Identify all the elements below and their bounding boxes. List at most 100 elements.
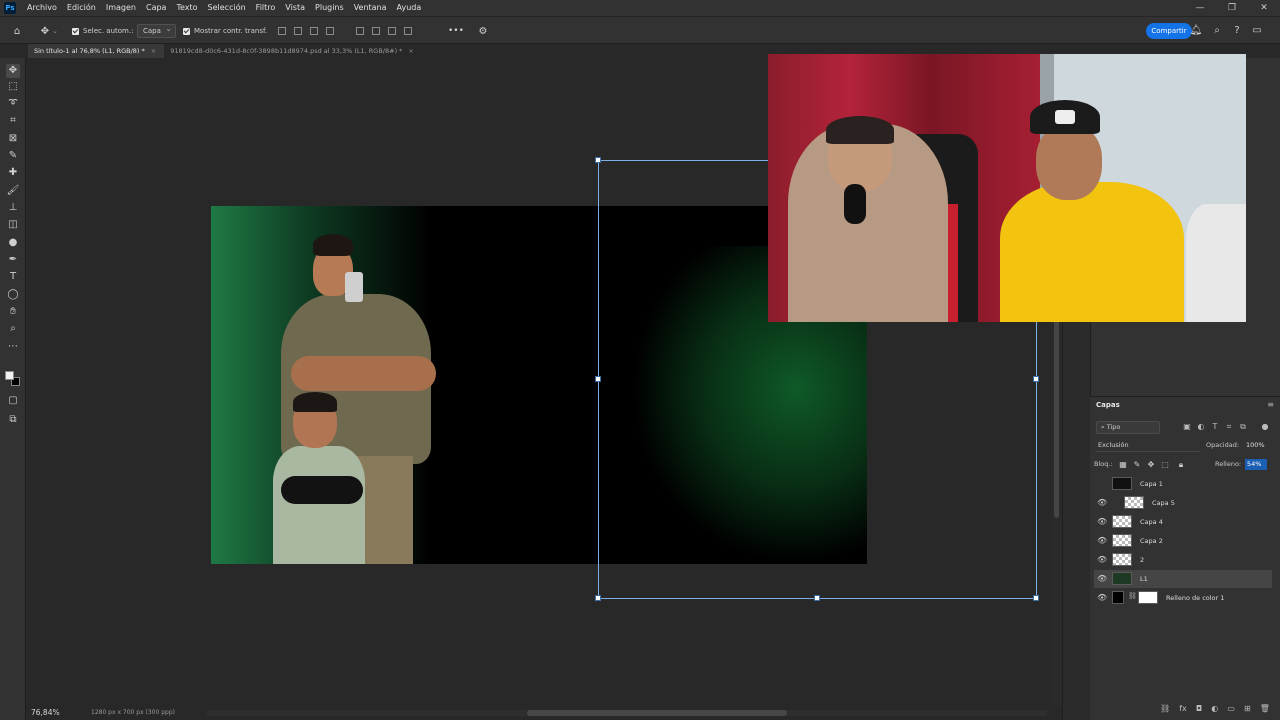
- align-center-icon[interactable]: [294, 27, 302, 35]
- filter-shape-icon[interactable]: ⌗: [1224, 422, 1234, 432]
- menu-texto[interactable]: Texto: [171, 0, 202, 16]
- type-tool-icon[interactable]: T: [6, 270, 20, 284]
- tab-document-2[interactable]: 91819cd8-d0c6-431d-8c0f-3898b11d8974.psd…: [164, 44, 422, 58]
- eye-icon[interactable]: 👁︎: [1097, 592, 1107, 604]
- filter-smart-object-icon[interactable]: ⧉: [1238, 422, 1248, 432]
- more-options-button[interactable]: •••: [448, 23, 464, 39]
- show-transform-checkbox[interactable]: Mostrar contr. transf.: [183, 23, 267, 39]
- align-right-icon[interactable]: [310, 27, 318, 35]
- workspace-icon[interactable]: ▭: [1250, 24, 1264, 38]
- auto-select-target-dropdown[interactable]: Capa: [137, 23, 176, 39]
- opacity-input[interactable]: 100%: [1246, 439, 1265, 452]
- lock-artboard-icon[interactable]: ⬚: [1160, 459, 1170, 470]
- new-group-icon[interactable]: ▭: [1227, 704, 1235, 718]
- layers-panel-title[interactable]: Capas: [1096, 401, 1120, 409]
- layer-row[interactable]: 👁︎ Capa 2: [1094, 532, 1272, 550]
- menu-vista[interactable]: Vista: [280, 0, 310, 16]
- blend-mode-dropdown[interactable]: Exclusión: [1096, 439, 1200, 452]
- menu-ayuda[interactable]: Ayuda: [392, 0, 427, 16]
- help-icon[interactable]: ?: [1230, 24, 1244, 38]
- lock-image-icon[interactable]: ✎: [1132, 459, 1142, 470]
- settings-icon[interactable]: ⚙: [476, 23, 490, 39]
- align-middle-icon[interactable]: [372, 27, 380, 35]
- menu-ventana[interactable]: Ventana: [349, 0, 392, 16]
- close-tab-icon[interactable]: ×: [408, 44, 413, 58]
- layer-filter-dropdown[interactable]: ⌕ Tipo: [1096, 421, 1160, 434]
- adjustment-layer-icon[interactable]: ◐: [1211, 704, 1218, 718]
- panel-menu-icon[interactable]: ≡: [1267, 400, 1274, 409]
- brush-tool-icon[interactable]: 🖌︎: [6, 184, 20, 198]
- distribute-vertical-icon[interactable]: [404, 27, 412, 35]
- minimize-button[interactable]: —: [1184, 0, 1216, 16]
- lock-transparency-icon[interactable]: ▦: [1118, 459, 1128, 470]
- document-info[interactable]: 1280 px x 700 px (300 ppp): [91, 709, 175, 716]
- transform-handle-left[interactable]: [595, 376, 601, 382]
- home-icon[interactable]: ⌂: [10, 23, 24, 39]
- zoom-tool-icon[interactable]: ⌕: [6, 322, 20, 336]
- menu-edicion[interactable]: Edición: [62, 0, 101, 16]
- horizontal-scrollbar[interactable]: [207, 710, 1047, 716]
- lasso-tool-icon[interactable]: ➰︎: [6, 97, 20, 111]
- foreground-color-swatch[interactable]: [5, 371, 14, 380]
- eye-icon[interactable]: 👁︎: [1097, 516, 1107, 528]
- add-mask-icon[interactable]: ◘: [1196, 704, 1202, 718]
- delete-layer-icon[interactable]: 🗑︎: [1260, 704, 1270, 718]
- eye-icon[interactable]: 👁︎: [1097, 554, 1107, 566]
- auto-select-checkbox[interactable]: Selec. autom.:: [72, 23, 133, 39]
- crop-tool-icon[interactable]: ⌗: [6, 114, 20, 128]
- fill-input[interactable]: 54%: [1245, 459, 1267, 470]
- menu-capa[interactable]: Capa: [141, 0, 171, 16]
- eye-icon[interactable]: 👁︎: [1097, 573, 1107, 585]
- pen-tool-icon[interactable]: ✒︎: [6, 253, 20, 267]
- filter-type-icon[interactable]: T: [1210, 422, 1220, 432]
- quick-mask-icon[interactable]: ▢: [6, 394, 20, 408]
- filter-pixel-icon[interactable]: ▣: [1182, 422, 1192, 432]
- eyedropper-tool-icon[interactable]: ✎: [6, 149, 20, 163]
- menu-filtro[interactable]: Filtro: [251, 0, 281, 16]
- zoom-level[interactable]: 76,84%: [31, 708, 60, 717]
- transform-handle-bottom-left[interactable]: [595, 595, 601, 601]
- new-layer-icon[interactable]: ⊞: [1244, 704, 1251, 718]
- healing-brush-icon[interactable]: ✚: [6, 166, 20, 180]
- close-window-button[interactable]: ✕: [1248, 0, 1280, 16]
- layer-row[interactable]: 👁︎ Capa 5: [1094, 494, 1272, 512]
- align-top-icon[interactable]: [356, 27, 364, 35]
- clone-stamp-icon[interactable]: ⊥: [6, 201, 20, 215]
- marquee-tool-icon[interactable]: ⬚: [6, 80, 20, 94]
- notifications-icon[interactable]: 🔔︎: [1189, 24, 1203, 38]
- share-button[interactable]: Compartir: [1146, 23, 1192, 39]
- lock-position-icon[interactable]: ✥: [1146, 459, 1156, 470]
- close-tab-icon[interactable]: ×: [151, 44, 156, 58]
- lock-all-icon[interactable]: 🔒︎: [1176, 459, 1186, 470]
- transform-handle-top-left[interactable]: [595, 157, 601, 163]
- screen-mode-icon[interactable]: ⧉: [6, 413, 20, 427]
- tab-document-1[interactable]: Sin título-1 al 76,8% (L1, RGB/8) * ×: [28, 44, 165, 58]
- layer-row[interactable]: 👁︎ 2: [1094, 551, 1272, 569]
- align-left-icon[interactable]: [278, 27, 286, 35]
- menu-archivo[interactable]: Archivo: [22, 0, 62, 16]
- visibility-toggle[interactable]: [1097, 478, 1107, 490]
- layer-row[interactable]: 👁︎ Capa 4: [1094, 513, 1272, 531]
- search-icon[interactable]: ⌕: [1210, 24, 1224, 38]
- dodge-tool-icon[interactable]: ●: [6, 236, 20, 250]
- more-tools-icon[interactable]: ⋯: [6, 340, 20, 354]
- filter-adjustment-icon[interactable]: ◐: [1196, 422, 1206, 432]
- move-tool-icon[interactable]: ✥: [6, 64, 20, 78]
- scrollbar-thumb[interactable]: [527, 710, 787, 716]
- layer-row-selected[interactable]: 👁︎ L1: [1094, 570, 1272, 588]
- photoshop-logo[interactable]: Ps: [4, 2, 16, 14]
- shape-tool-icon[interactable]: ◯: [6, 288, 20, 302]
- align-bottom-icon[interactable]: [388, 27, 396, 35]
- transform-handle-bottom[interactable]: [814, 595, 820, 601]
- layer-row[interactable]: 👁︎ ⛓︎ Relleno de color 1: [1094, 589, 1272, 607]
- transform-handle-bottom-right[interactable]: [1033, 595, 1039, 601]
- frame-tool-icon[interactable]: ⊠: [6, 132, 20, 146]
- transform-handle-right[interactable]: [1033, 376, 1039, 382]
- link-layers-icon[interactable]: ⛓︎: [1160, 704, 1170, 718]
- eye-icon[interactable]: 👁︎: [1097, 535, 1107, 547]
- eraser-tool-icon[interactable]: ◫: [6, 218, 20, 232]
- fx-icon[interactable]: fx: [1179, 704, 1187, 718]
- distribute-icon[interactable]: [326, 27, 334, 35]
- menu-seleccion[interactable]: Selección: [203, 0, 251, 16]
- hand-tool-icon[interactable]: ✋︎: [6, 305, 20, 319]
